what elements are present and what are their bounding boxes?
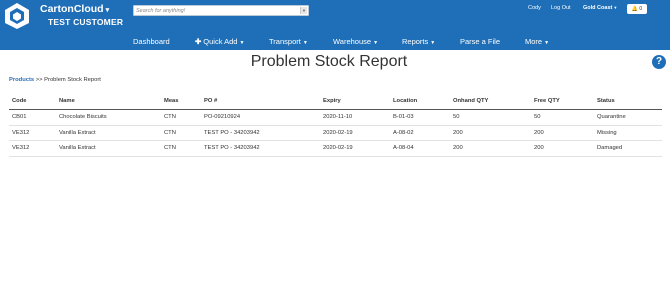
column-header-onhand: Onhand QTY bbox=[453, 98, 489, 104]
notifications-button[interactable]: 🔔 0 bbox=[627, 4, 647, 14]
cell-onhand: 200 bbox=[453, 129, 463, 136]
customer-name: TEST CUSTOMER bbox=[48, 17, 124, 27]
cell-free: 200 bbox=[534, 129, 544, 136]
cell-meas: CTN bbox=[164, 114, 176, 120]
brand-menu[interactable]: CartonCloud ▾ bbox=[40, 3, 109, 15]
breadcrumb-products-link[interactable]: Products bbox=[9, 77, 34, 83]
cell-name: Vanilla Extract bbox=[59, 129, 96, 136]
column-header-po: PO # bbox=[204, 98, 218, 104]
cell-free: 200 bbox=[534, 145, 544, 151]
nav-reports-label: Reports bbox=[402, 37, 429, 46]
cell-meas: CTN bbox=[164, 145, 176, 151]
cell-code: CB01 bbox=[12, 114, 27, 120]
bell-icon: 🔔 bbox=[631, 6, 639, 12]
search-box[interactable]: ▼ bbox=[133, 5, 309, 16]
cell-location: A-08-02 bbox=[393, 129, 414, 136]
cell-location: A-08-04 bbox=[393, 145, 414, 151]
cell-meas: CTN bbox=[164, 129, 176, 136]
nav-warehouse[interactable]: Warehouse ▼ bbox=[333, 37, 378, 46]
nav-quick-add-label: Quick Add bbox=[203, 37, 238, 46]
region-dropdown[interactable]: Gold Coast▼ bbox=[583, 5, 617, 11]
nav-transport[interactable]: Transport ▼ bbox=[269, 37, 308, 46]
nav-more-label: More bbox=[525, 37, 543, 46]
search-input[interactable] bbox=[136, 6, 300, 15]
caret-down-icon: ▼ bbox=[613, 5, 618, 10]
column-header-expiry: Expiry bbox=[323, 98, 341, 104]
help-icon[interactable]: ? bbox=[652, 55, 666, 69]
table-row: VE312 Vanilla Extract CTN TEST PO - 3420… bbox=[9, 126, 662, 141]
user-link[interactable]: Cody bbox=[528, 5, 541, 11]
column-header-free: Free QTY bbox=[534, 98, 560, 104]
caret-down-icon: ▾ bbox=[105, 7, 110, 14]
cell-status: Damaged bbox=[597, 145, 623, 151]
cell-po: TEST PO - 34203942 bbox=[204, 129, 260, 136]
nav-more[interactable]: More ▼ bbox=[525, 37, 549, 46]
top-navbar: CartonCloud▾ TEST CUSTOMER ▼ Cody Log Ou… bbox=[0, 0, 670, 50]
column-header-status: Status bbox=[597, 98, 615, 104]
cell-status: Quarantine bbox=[597, 114, 626, 120]
region-label: Gold Coast bbox=[583, 5, 613, 11]
cell-expiry: 2020-11-10 bbox=[323, 114, 353, 120]
plus-icon: ✚ bbox=[195, 37, 202, 46]
column-header-location: Location bbox=[393, 98, 418, 104]
cell-expiry: 2020-02-19 bbox=[323, 145, 353, 151]
caret-down-icon: ▼ bbox=[239, 40, 245, 46]
chevron-down-icon[interactable]: ▼ bbox=[300, 7, 307, 14]
logout-link[interactable]: Log Out bbox=[551, 5, 571, 11]
cell-name: Vanilla Extract bbox=[59, 145, 96, 151]
caret-down-icon: ▼ bbox=[302, 40, 308, 46]
cell-free: 50 bbox=[534, 114, 541, 120]
nav-transport-label: Transport bbox=[269, 37, 301, 46]
cell-name: Chocolate Biscuits bbox=[59, 114, 107, 120]
cell-onhand: 50 bbox=[453, 114, 460, 120]
page-title: Problem Stock Report bbox=[250, 53, 408, 70]
nav-quick-add[interactable]: ✚ Quick Add ▼ bbox=[195, 37, 244, 46]
table-row: VE312 Vanilla Extract CTN TEST PO - 3420… bbox=[9, 141, 662, 157]
nav-parse-file[interactable]: Parse a File bbox=[460, 37, 500, 46]
column-header-name: Name bbox=[59, 98, 75, 104]
brand-name: CartonCloud bbox=[40, 3, 104, 15]
caret-down-icon: ▼ bbox=[373, 40, 379, 46]
cell-location: B-01-03 bbox=[393, 114, 414, 120]
table-row: CB01 Chocolate Biscuits CTN PO-09210924 … bbox=[9, 110, 662, 126]
nav-dashboard[interactable]: Dashboard bbox=[133, 37, 170, 46]
breadcrumb-current: Problem Stock Report bbox=[44, 77, 101, 83]
nav-reports[interactable]: Reports ▼ bbox=[402, 37, 435, 46]
column-header-meas: Meas bbox=[164, 98, 179, 104]
cell-onhand: 200 bbox=[453, 145, 463, 151]
caret-down-icon: ▼ bbox=[544, 40, 550, 46]
cell-status: Missing bbox=[597, 129, 617, 136]
cell-code: VE312 bbox=[12, 129, 30, 136]
notification-count: 0 bbox=[639, 6, 643, 12]
cell-expiry: 2020-02-19 bbox=[323, 129, 353, 136]
breadcrumb: Products >> Problem Stock Report bbox=[9, 77, 101, 83]
cell-po: TEST PO - 34203942 bbox=[204, 145, 260, 151]
column-header-code: Code bbox=[12, 98, 27, 104]
caret-down-icon: ▼ bbox=[430, 40, 436, 46]
cell-po: PO-09210924 bbox=[204, 114, 241, 120]
logo-cube-icon[interactable] bbox=[3, 2, 31, 30]
table-header: Code Name Meas PO # Expiry Location Onha… bbox=[9, 95, 662, 110]
nav-warehouse-label: Warehouse bbox=[333, 37, 372, 46]
problem-stock-table: Code Name Meas PO # Expiry Location Onha… bbox=[9, 95, 662, 157]
cell-code: VE312 bbox=[12, 145, 30, 151]
breadcrumb-separator: >> bbox=[35, 77, 43, 83]
